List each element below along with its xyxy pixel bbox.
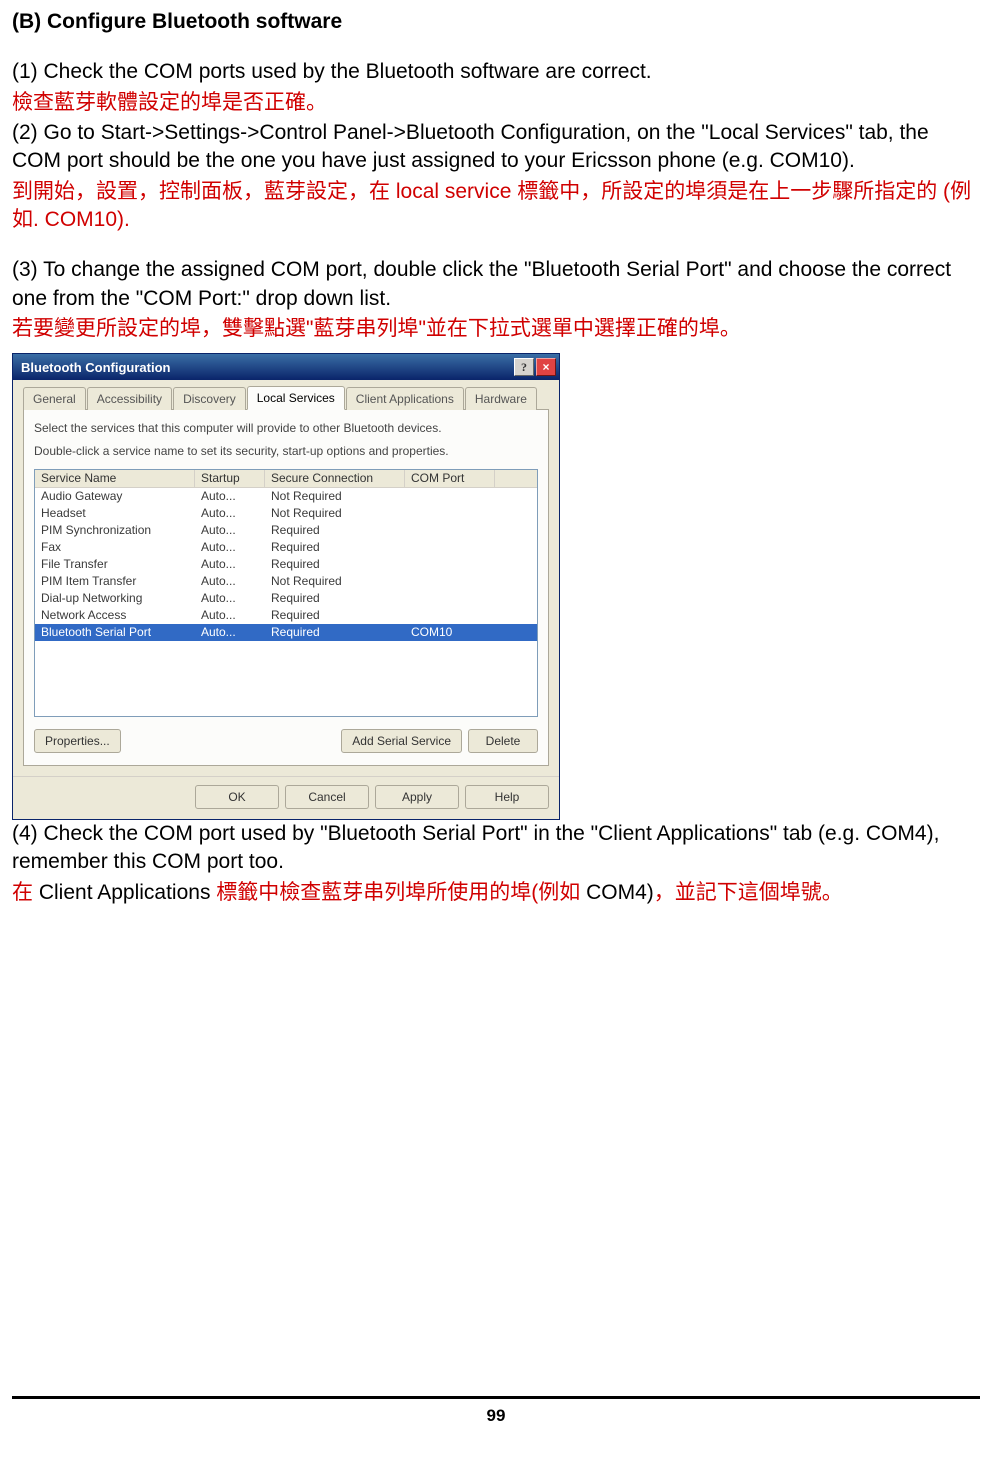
cell-startup: Auto...: [195, 487, 265, 505]
cell-com: [405, 597, 495, 599]
list-header: Service Name Startup Secure Connection C…: [35, 470, 537, 488]
tab-general[interactable]: General: [23, 387, 86, 410]
properties-button[interactable]: Properties...: [34, 729, 121, 753]
cell-name: Network Access: [35, 606, 195, 624]
titlebar-close-button[interactable]: ×: [536, 358, 556, 376]
cell-com: [405, 580, 495, 582]
step-4-cn-c: 例如: [538, 881, 580, 904]
cell-com: [405, 563, 495, 565]
cell-name: Fax: [35, 538, 195, 556]
cell-com: [405, 529, 495, 531]
cell-name: PIM Synchronization: [35, 521, 195, 539]
tab-accessibility[interactable]: Accessibility: [87, 387, 172, 410]
cell-startup: Auto...: [195, 572, 265, 590]
tab-local-services[interactable]: Local Services: [247, 386, 345, 410]
step-1-cn: 檢查藍芽軟體設定的埠是否正確。: [12, 89, 980, 117]
cell-secure: Not Required: [265, 572, 405, 590]
col-secure[interactable]: Secure Connection: [265, 469, 405, 489]
cell-com: [405, 546, 495, 548]
step-3-cn: 若要變更所設定的埠，雙擊點選"藍芽串列埠"並在下拉式選單中選擇正確的埠。: [12, 315, 980, 343]
table-row[interactable]: Audio GatewayAuto...Not Required: [35, 488, 537, 505]
step-4-cn-b: 標籤中檢查藍芽串列埠所使用的埠(: [210, 881, 538, 904]
cell-startup: Auto...: [195, 589, 265, 607]
bluetooth-config-dialog: Bluetooth Configuration ? × General Acce…: [12, 353, 560, 819]
step-4: (4) Check the COM port used by "Bluetoot…: [12, 820, 980, 877]
cell-com: COM10: [405, 623, 495, 641]
services-listbox[interactable]: Service Name Startup Secure Connection C…: [34, 469, 538, 717]
cell-secure: Required: [265, 623, 405, 641]
help-button[interactable]: Help: [465, 785, 549, 809]
cell-secure: Required: [265, 538, 405, 556]
table-row[interactable]: FaxAuto...Required: [35, 539, 537, 556]
tab-hardware[interactable]: Hardware: [465, 387, 537, 410]
dialog-titlebar: Bluetooth Configuration ? ×: [13, 354, 559, 380]
cell-secure: Required: [265, 521, 405, 539]
cell-name: Headset: [35, 504, 195, 522]
cell-secure: Not Required: [265, 504, 405, 522]
cell-com: [405, 495, 495, 497]
col-startup[interactable]: Startup: [195, 469, 265, 489]
tab-panel: Select the services that this computer w…: [23, 410, 549, 765]
step-2-cn: 到開始，設置，控制面板，藍芽設定，在 local service 標籤中，所設定…: [12, 178, 980, 235]
col-com-port[interactable]: COM Port: [405, 469, 495, 489]
step-2-cn-b: 標籤中，所設定的埠須是在上一步驟所指定的 (: [511, 180, 950, 203]
cell-startup: Auto...: [195, 521, 265, 539]
panel-desc-1: Select the services that this computer w…: [34, 420, 538, 436]
step-2-cn-mid: local service: [396, 180, 512, 203]
tab-discovery[interactable]: Discovery: [173, 387, 246, 410]
table-row[interactable]: PIM SynchronizationAuto...Required: [35, 522, 537, 539]
tab-client-applications[interactable]: Client Applications: [346, 387, 464, 410]
cell-startup: Auto...: [195, 606, 265, 624]
table-row[interactable]: PIM Item TransferAuto...Not Required: [35, 573, 537, 590]
cell-startup: Auto...: [195, 538, 265, 556]
step-3: (3) To change the assigned COM port, dou…: [12, 256, 980, 313]
cell-secure: Not Required: [265, 487, 405, 505]
cell-name: Audio Gateway: [35, 487, 195, 505]
apply-button[interactable]: Apply: [375, 785, 459, 809]
table-row[interactable]: Dial-up NetworkingAuto...Required: [35, 590, 537, 607]
step-4-cn: 在 Client Applications 標籤中檢查藍芽串列埠所使用的埠(例如…: [12, 879, 980, 907]
panel-desc-2: Double-click a service name to set its s…: [34, 443, 538, 459]
cell-name: Bluetooth Serial Port: [35, 623, 195, 641]
step-4-cn-e: ，並記下這個埠號。: [654, 881, 843, 904]
delete-button[interactable]: Delete: [468, 729, 538, 753]
cell-secure: Required: [265, 589, 405, 607]
step-1: (1) Check the COM ports used by the Blue…: [12, 58, 980, 86]
cell-startup: Auto...: [195, 623, 265, 641]
cell-secure: Required: [265, 606, 405, 624]
cancel-button[interactable]: Cancel: [285, 785, 369, 809]
cell-com: [405, 614, 495, 616]
add-serial-service-button[interactable]: Add Serial Service: [341, 729, 462, 753]
col-service-name[interactable]: Service Name: [35, 469, 195, 489]
step-4-cn-a: 在: [12, 881, 39, 904]
section-heading: (B) Configure Bluetooth software: [12, 8, 980, 36]
dialog-tabs: General Accessibility Discovery Local Se…: [23, 388, 549, 410]
table-row[interactable]: File TransferAuto...Required: [35, 556, 537, 573]
titlebar-help-button[interactable]: ?: [514, 358, 534, 376]
table-row[interactable]: Network AccessAuto...Required: [35, 607, 537, 624]
page-number: 99: [12, 1396, 980, 1428]
cell-com: [405, 512, 495, 514]
table-row[interactable]: Bluetooth Serial PortAuto...RequiredCOM1…: [35, 624, 537, 641]
cell-startup: Auto...: [195, 555, 265, 573]
ok-button[interactable]: OK: [195, 785, 279, 809]
dialog-bottom-buttons: OK Cancel Apply Help: [13, 776, 559, 819]
step-2-cn-d: . COM10).: [33, 208, 130, 231]
cell-name: PIM Item Transfer: [35, 572, 195, 590]
dialog-title: Bluetooth Configuration: [21, 359, 170, 377]
step-2: (2) Go to Start->Settings->Control Panel…: [12, 119, 980, 176]
cell-startup: Auto...: [195, 504, 265, 522]
cell-name: File Transfer: [35, 555, 195, 573]
step-2-cn-a: 到開始，設置，控制面板，藍芽設定，在: [12, 180, 396, 203]
step-4-cn-d: COM4): [580, 881, 654, 904]
table-row[interactable]: HeadsetAuto...Not Required: [35, 505, 537, 522]
cell-secure: Required: [265, 555, 405, 573]
step-4-cn-app: Client Applications: [39, 881, 211, 904]
cell-name: Dial-up Networking: [35, 589, 195, 607]
